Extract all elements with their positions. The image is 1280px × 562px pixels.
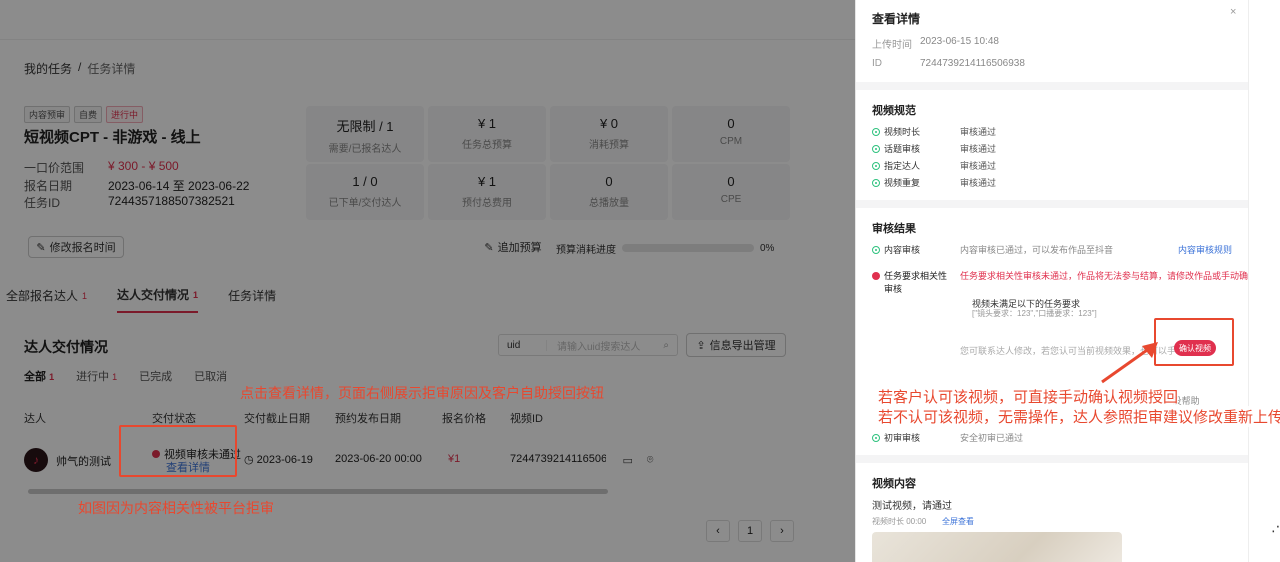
relevance-review-name: 任务要求相关性 [872, 269, 947, 282]
first-review-row: 初审审核 安全初审已通过 [872, 431, 1023, 444]
spec-name: 视频重复 [872, 176, 960, 189]
fullscreen-link[interactable]: 全屏查看 [942, 516, 974, 527]
error-icon [872, 271, 880, 280]
content-review-row: 内容审核 内容审核已通过，可以发布作品至抖音 内容审核规则 [872, 243, 1232, 256]
annotation-right-line2: 若不认可该视频，无需操作，达人参照拒审建议修改重新上传 [878, 406, 1280, 427]
detail-drawer: 查看详情 × 上传时间 2023-06-15 10:48 ID 72447392… [855, 0, 1248, 562]
annotation-top: 点击查看详情，页面右侧展示拒审原因及客户自助授回按钮 [240, 386, 604, 402]
spec-item: 视频重复 审核通过 [872, 176, 996, 189]
relevance-review-text: 任务要求相关性审核未通过，作品将无法参与结算，请修改作品或手动确认 [960, 271, 1248, 281]
review-name: 内容审核 [872, 243, 960, 256]
video-id-label: ID [872, 58, 882, 69]
check-icon [872, 245, 880, 254]
spec-item: 话题审核 审核通过 [872, 142, 996, 155]
divider [856, 82, 1248, 90]
video-thumbnail[interactable] [872, 532, 1122, 562]
video-id-value: 7244739214116506938 [920, 58, 1025, 69]
spec-item: 指定达人 审核通过 [872, 159, 996, 172]
review-text: 安全初审已通过 [960, 433, 1024, 443]
check-icon [872, 178, 880, 187]
video-id-row: ID 7244739214116506938 [872, 58, 1025, 69]
spec-name-text: 话题审核 [884, 144, 921, 154]
check-icon [872, 127, 880, 136]
spec-name-text: 视频重复 [884, 178, 921, 188]
status-highlight-box [119, 425, 237, 477]
close-icon[interactable]: × [1230, 6, 1236, 18]
spec-status: 审核通过 [960, 127, 997, 137]
check-icon [872, 433, 880, 442]
video-caption: 测试视频，请通过 [872, 501, 952, 512]
result-title: 审核结果 [872, 223, 916, 235]
spec-status: 审核通过 [960, 144, 997, 154]
relevance-name-line2: 审核 [884, 284, 903, 294]
spec-name-text: 指定达人 [884, 161, 921, 171]
spec-status: 审核通过 [960, 161, 997, 171]
check-icon [872, 161, 880, 170]
spec-item: 视频时长 审核通过 [872, 125, 996, 138]
review-name-text: 初审审核 [884, 433, 921, 443]
spec-name: 视频时长 [872, 125, 960, 138]
annotation-right-line1: 若客户认可该视频，可直接手动确认视频授回 [878, 386, 1179, 407]
video-duration: 视频时长 00:00 [872, 517, 927, 526]
modal-overlay[interactable] [0, 0, 855, 562]
upload-time-row: 上传时间 2023-06-15 10:48 [872, 36, 999, 51]
content-review-rules-link[interactable]: 内容审核规则 [1178, 243, 1232, 256]
right-gutter [1248, 0, 1280, 562]
confirm-highlight-box [1154, 318, 1234, 366]
drawer-title: 查看详情 [872, 12, 921, 26]
spec-name: 指定达人 [872, 159, 960, 172]
divider [856, 200, 1248, 208]
annotation-bottom: 如图因为内容相关性被平台拒审 [78, 501, 274, 517]
review-name-text: 内容审核 [884, 245, 921, 255]
upload-time-label: 上传时间 [872, 40, 912, 51]
spec-status: 审核通过 [960, 178, 997, 188]
resize-handle-icon[interactable]: ⋰ [1271, 518, 1280, 535]
review-name: 初审审核 [872, 431, 960, 444]
spec-title: 视频规范 [872, 105, 916, 117]
divider [856, 455, 1248, 463]
review-text: 内容审核已通过，可以发布作品至抖音 [960, 245, 1114, 255]
video-content-title: 视频内容 [872, 478, 916, 490]
relevance-name-line1: 任务要求相关性 [884, 271, 948, 281]
spec-name-text: 视频时长 [884, 127, 921, 137]
arrow-icon [1101, 342, 1158, 384]
check-icon [872, 144, 880, 153]
requirement-detail: ["镜头要求：123","口播要求：123"] [972, 309, 1097, 318]
task-detail-page: 我的任务 / 任务详情 内容预审 自费 进行中 短视频CPT - 非游戏 - 线… [0, 0, 855, 562]
spec-name: 话题审核 [872, 142, 960, 155]
upload-time-value: 2023-06-15 10:48 [920, 36, 999, 47]
